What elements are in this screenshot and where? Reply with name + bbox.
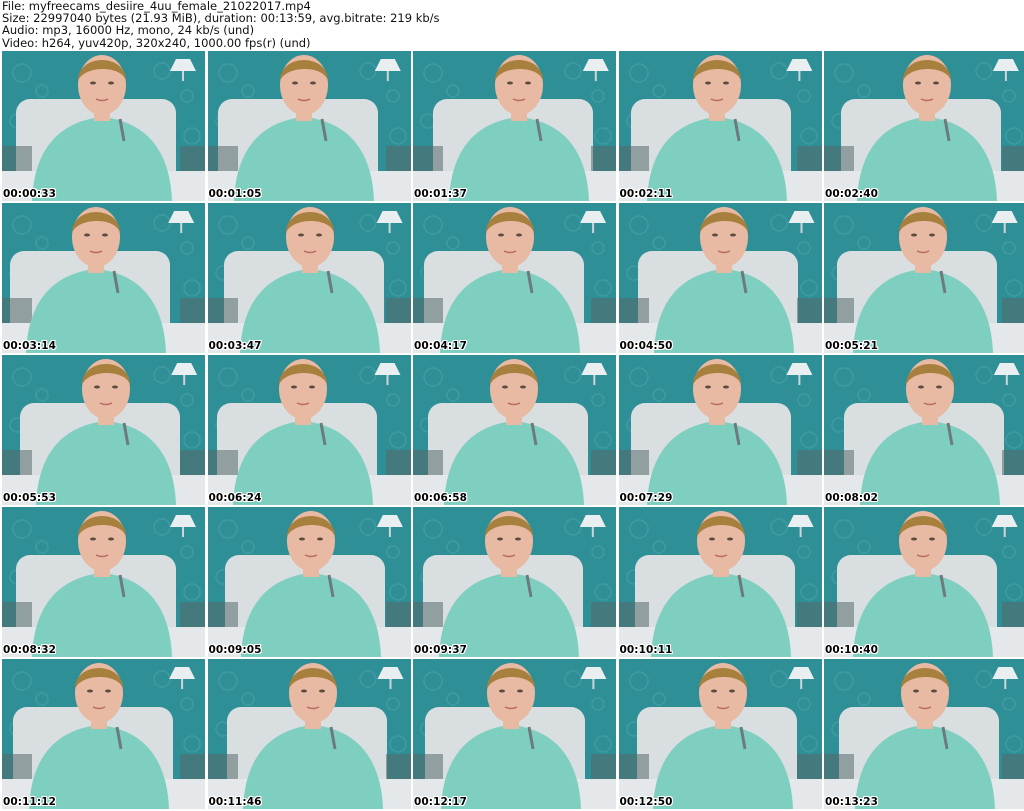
- file-info-header: File: myfreecams_desiire_4uu_female_2102…: [2, 0, 440, 49]
- thumbnail-timestamp: 00:03:14: [3, 340, 57, 352]
- thumbnail-timestamp: 00:08:02: [825, 492, 879, 504]
- video-thumbnail: 00:06:24: [207, 355, 411, 505]
- video-thumbnail: 00:01:37: [413, 51, 616, 201]
- frame-image: [824, 507, 1024, 657]
- frame-image: [413, 51, 616, 201]
- frame-image: [618, 203, 822, 353]
- video-thumbnail: 00:12:50: [618, 659, 822, 809]
- video-thumbnail: 00:10:11: [618, 507, 822, 657]
- thumbnail-grid: 00:00:33 00:01:05 00:01:37 00:02:11 00:0…: [2, 51, 1024, 810]
- video-thumbnail: 00:03:14: [2, 203, 205, 353]
- frame-image: [207, 355, 411, 505]
- frame-image: [413, 203, 616, 353]
- video-thumbnail: 00:05:21: [824, 203, 1024, 353]
- frame-image: [2, 659, 205, 809]
- thumbnail-timestamp: 00:02:40: [825, 188, 879, 200]
- thumbnail-timestamp: 00:08:32: [3, 644, 57, 656]
- frame-image: [207, 659, 411, 809]
- frame-image: [824, 659, 1024, 809]
- frame-image: [618, 355, 822, 505]
- frame-image: [824, 203, 1024, 353]
- thumbnail-timestamp: 00:10:11: [619, 644, 673, 656]
- thumbnail-timestamp: 00:00:33: [3, 188, 57, 200]
- frame-image: [618, 659, 822, 809]
- frame-image: [2, 355, 205, 505]
- frame-image: [413, 659, 616, 809]
- frame-image: [824, 51, 1024, 201]
- video-thumbnail: 00:13:23: [824, 659, 1024, 809]
- thumbnail-timestamp: 00:05:53: [3, 492, 57, 504]
- video-thumbnail: 00:01:05: [207, 51, 411, 201]
- thumbnail-timestamp: 00:01:05: [208, 188, 262, 200]
- video-thumbnail: 00:03:47: [207, 203, 411, 353]
- frame-image: [413, 507, 616, 657]
- thumbnail-timestamp: 00:12:50: [619, 796, 673, 808]
- frame-image: [207, 203, 411, 353]
- frame-image: [618, 507, 822, 657]
- video-thumbnail: 00:09:05: [207, 507, 411, 657]
- frame-image: [207, 507, 411, 657]
- video-thumbnail: 00:02:40: [824, 51, 1024, 201]
- thumbnail-timestamp: 00:11:46: [208, 796, 262, 808]
- video-info-line: Video: h264, yuv420p, 320x240, 1000.00 f…: [2, 35, 311, 50]
- frame-image: [824, 355, 1024, 505]
- frame-image: [2, 203, 205, 353]
- frame-image: [207, 51, 411, 201]
- video-thumbnail: 00:05:53: [2, 355, 205, 505]
- video-thumbnail: 00:08:32: [2, 507, 205, 657]
- frame-image: [413, 355, 616, 505]
- video-thumbnail: 00:09:37: [413, 507, 616, 657]
- thumbnail-timestamp: 00:05:21: [825, 340, 879, 352]
- thumbnail-timestamp: 00:07:29: [619, 492, 673, 504]
- video-thumbnail: 00:12:17: [413, 659, 616, 809]
- thumbnail-timestamp: 00:09:05: [208, 644, 262, 656]
- frame-image: [618, 51, 822, 201]
- thumbnail-timestamp: 00:12:17: [414, 796, 468, 808]
- video-thumbnail: 00:10:40: [824, 507, 1024, 657]
- thumbnail-timestamp: 00:04:50: [619, 340, 673, 352]
- thumbnail-timestamp: 00:01:37: [414, 188, 468, 200]
- frame-image: [2, 51, 205, 201]
- video-thumbnail: 00:07:29: [618, 355, 822, 505]
- video-thumbnail: 00:04:50: [618, 203, 822, 353]
- video-thumbnail: 00:06:58: [413, 355, 616, 505]
- thumbnail-timestamp: 00:10:40: [825, 644, 879, 656]
- audio-info-line: Audio: mp3, 16000 Hz, mono, 24 kb/s (und…: [2, 23, 255, 38]
- thumbnail-timestamp: 00:13:23: [825, 796, 879, 808]
- thumbnail-timestamp: 00:03:47: [208, 340, 262, 352]
- thumbnail-timestamp: 00:11:12: [3, 796, 57, 808]
- thumbnail-timestamp: 00:06:58: [414, 492, 468, 504]
- thumbnail-timestamp: 00:06:24: [208, 492, 262, 504]
- frame-image: [2, 507, 205, 657]
- video-thumbnail: 00:00:33: [2, 51, 205, 201]
- video-thumbnail: 00:08:02: [824, 355, 1024, 505]
- video-thumbnail: 00:11:46: [207, 659, 411, 809]
- thumbnail-timestamp: 00:09:37: [414, 644, 468, 656]
- thumbnail-timestamp: 00:02:11: [619, 188, 673, 200]
- video-thumbnail: 00:04:17: [413, 203, 616, 353]
- thumbnail-timestamp: 00:04:17: [414, 340, 468, 352]
- video-thumbnail: 00:11:12: [2, 659, 205, 809]
- video-thumbnail: 00:02:11: [618, 51, 822, 201]
